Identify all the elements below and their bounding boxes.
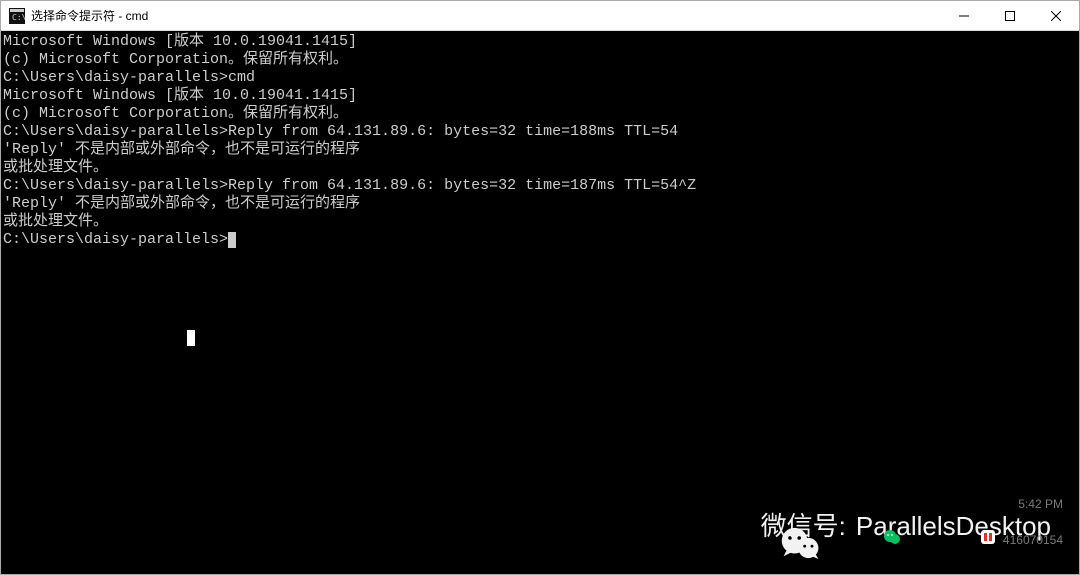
terminal-line: (c) Microsoft Corporation。保留所有权利。 [3, 51, 1077, 69]
terminal-line: C:\Users\daisy-parallels>Reply from 64.1… [3, 123, 1077, 141]
close-button[interactable] [1033, 1, 1079, 31]
wechat-icon [707, 508, 751, 544]
terminal-line: Microsoft Windows [版本 10.0.19041.1415] [3, 33, 1077, 51]
tray-wechat-icon [811, 510, 901, 570]
minimize-button[interactable] [941, 1, 987, 31]
tray-time-line1: 5:42 PM [1003, 498, 1063, 510]
watermark-label: 微信号: [761, 517, 846, 535]
terminal-line: 'Reply' 不是内部或外部命令，也不是可运行的程序 [3, 195, 1077, 213]
terminal-line: 或批处理文件。 [3, 159, 1077, 177]
watermark: 微信号: ParallelsDesktop [707, 508, 1051, 544]
cmd-app-icon: C:\ [9, 8, 25, 24]
window-title: 选择命令提示符 - cmd [31, 1, 941, 31]
terminal-line: 'Reply' 不是内部或外部命令，也不是可运行的程序 [3, 141, 1077, 159]
window-controls [941, 1, 1079, 30]
tray-overlay: 5:42 PM 416070154 [811, 474, 1063, 570]
terminal-line: Microsoft Windows [版本 10.0.19041.1415] [3, 87, 1077, 105]
terminal-line: C:\Users\daisy-parallels>Reply from 64.1… [3, 177, 1077, 195]
terminal-line: C:\Users\daisy-parallels>cmd [3, 69, 1077, 87]
maximize-button[interactable] [987, 1, 1033, 31]
svg-text:C:\: C:\ [12, 13, 25, 22]
cmd-window: C:\ 选择命令提示符 - cmd Microsoft Windows [版本 … [0, 0, 1080, 575]
terminal-line: C:\Users\daisy-parallels> [3, 231, 1077, 249]
tray-parallels-icon [907, 510, 997, 570]
terminal-line: 或批处理文件。 [3, 213, 1077, 231]
tray-clock: 5:42 PM 416070154 [1003, 474, 1063, 570]
terminal-output[interactable]: Microsoft Windows [版本 10.0.19041.1415](c… [1, 31, 1079, 574]
terminal-line: (c) Microsoft Corporation。保留所有权利。 [3, 105, 1077, 123]
selection-cursor [187, 330, 195, 346]
titlebar[interactable]: C:\ 选择命令提示符 - cmd [1, 1, 1079, 31]
text-cursor [228, 232, 236, 248]
tray-time-line2: 416070154 [1003, 534, 1063, 546]
watermark-value: ParallelsDesktop [856, 517, 1051, 535]
